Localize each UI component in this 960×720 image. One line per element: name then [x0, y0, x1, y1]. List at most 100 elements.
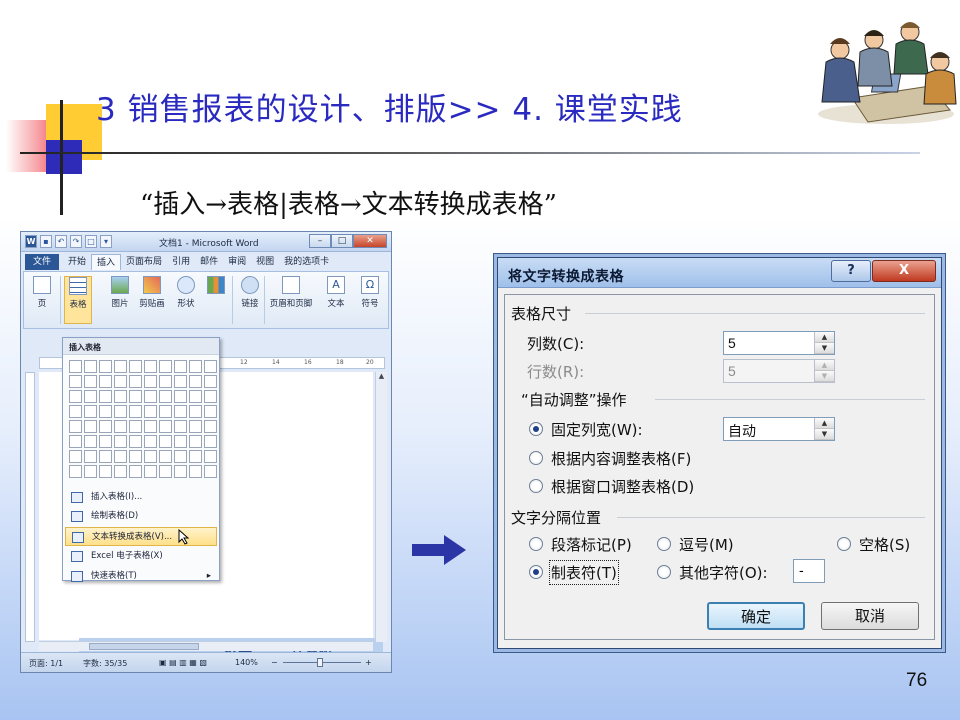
grid-cell[interactable] [144, 375, 157, 388]
grid-cell[interactable] [159, 465, 172, 478]
grid-cell[interactable] [99, 360, 112, 373]
grid-cell[interactable] [84, 420, 97, 433]
grid-cell[interactable] [84, 360, 97, 373]
tab-page-layout[interactable]: 页面布局 [121, 254, 167, 270]
grid-cell[interactable] [114, 360, 127, 373]
grid-cell[interactable] [144, 390, 157, 403]
space-label[interactable]: 空格(S) [859, 534, 910, 555]
grid-cell[interactable] [204, 390, 217, 403]
grid-cell[interactable] [189, 420, 202, 433]
spin-up-icon[interactable]: ▲ [815, 418, 834, 429]
save-icon[interactable]: ▪ [40, 235, 52, 248]
grid-cell[interactable] [69, 375, 82, 388]
grid-cell[interactable] [159, 375, 172, 388]
other-char-input[interactable]: - [793, 559, 825, 583]
grid-cell[interactable] [144, 435, 157, 448]
grid-cell[interactable] [84, 465, 97, 478]
minimize-icon[interactable]: – [309, 234, 331, 248]
grid-cell[interactable] [144, 450, 157, 463]
ribbon-page-button[interactable]: 页 [28, 276, 56, 309]
dropdown-menu-item[interactable]: 插入表格(I)... [65, 488, 217, 507]
dropdown-menu-item[interactable]: 快速表格(T) ▸ [65, 567, 217, 586]
help-button[interactable]: ? [831, 260, 871, 282]
zoom-in-icon[interactable]: + [365, 658, 372, 667]
radio-other-char[interactable] [657, 565, 671, 579]
grid-cell[interactable] [84, 435, 97, 448]
grid-cell[interactable] [159, 405, 172, 418]
grid-cell[interactable] [84, 375, 97, 388]
grid-cell[interactable] [84, 390, 97, 403]
grid-cell[interactable] [159, 435, 172, 448]
grid-cell[interactable] [174, 450, 187, 463]
ribbon-smartart-button[interactable] [202, 276, 230, 297]
dropdown-menu-item[interactable]: Excel 电子表格(X) [65, 547, 217, 566]
close-window-icon[interactable]: ✕ [353, 234, 387, 248]
grid-cell[interactable] [144, 465, 157, 478]
other-char-label[interactable]: 其他字符(O): [679, 562, 768, 583]
autofit-content-label[interactable]: 根据内容调整表格(F) [551, 448, 691, 469]
grid-cell[interactable] [84, 405, 97, 418]
grid-cell[interactable] [174, 435, 187, 448]
grid-cell[interactable] [129, 465, 142, 478]
radio-paragraph-mark[interactable] [529, 537, 543, 551]
tab-mailings[interactable]: 邮件 [195, 254, 223, 270]
grid-cell[interactable] [204, 465, 217, 478]
radio-autofit-window[interactable] [529, 479, 543, 493]
grid-cell[interactable] [114, 435, 127, 448]
tab-label[interactable]: 制表符(T) [549, 560, 619, 585]
spin-down-icon[interactable]: ▼ [815, 429, 834, 440]
grid-cell[interactable] [129, 390, 142, 403]
close-button[interactable]: X [872, 260, 936, 282]
grid-cell[interactable] [159, 450, 172, 463]
grid-cell[interactable] [159, 420, 172, 433]
grid-cell[interactable] [144, 420, 157, 433]
columns-spinbox[interactable]: 5 ▲ ▼ [723, 331, 835, 355]
grid-cell[interactable] [84, 450, 97, 463]
grid-cell[interactable] [114, 375, 127, 388]
grid-cell[interactable] [189, 435, 202, 448]
grid-cell[interactable] [159, 360, 172, 373]
grid-cell[interactable] [69, 390, 82, 403]
new-document-icon[interactable]: □ [85, 235, 97, 248]
radio-fixed-width[interactable] [529, 422, 543, 436]
word-logo-icon[interactable]: W [25, 235, 37, 248]
horizontal-scrollbar[interactable] [39, 641, 373, 651]
grid-cell[interactable] [99, 435, 112, 448]
grid-cell[interactable] [174, 375, 187, 388]
grid-cell[interactable] [174, 420, 187, 433]
scroll-thumb[interactable] [89, 643, 199, 650]
grid-cell[interactable] [144, 405, 157, 418]
grid-cell[interactable] [69, 420, 82, 433]
ribbon-header-footer-button[interactable]: 页眉和页脚 [268, 276, 314, 309]
grid-cell[interactable] [174, 390, 187, 403]
grid-cell[interactable] [114, 420, 127, 433]
tab-file[interactable]: 文件 [25, 254, 60, 270]
vertical-scrollbar[interactable]: ▲ [375, 372, 387, 642]
grid-cell[interactable] [99, 405, 112, 418]
grid-cell[interactable] [189, 450, 202, 463]
grid-cell[interactable] [99, 375, 112, 388]
ribbon-clipart-button[interactable]: 剪贴画 [138, 276, 166, 309]
undo-icon[interactable]: ↶ [55, 235, 67, 248]
grid-cell[interactable] [99, 465, 112, 478]
maximize-icon[interactable]: □ [331, 234, 353, 248]
grid-cell[interactable] [114, 405, 127, 418]
grid-cell[interactable] [129, 435, 142, 448]
ribbon-link-button[interactable]: 链接 [236, 276, 264, 309]
spin-up-icon[interactable]: ▲ [815, 332, 834, 343]
grid-cell[interactable] [129, 375, 142, 388]
grid-cell[interactable] [129, 450, 142, 463]
qat-customize-icon[interactable]: ▾ [100, 235, 112, 248]
grid-cell[interactable] [204, 375, 217, 388]
grid-cell[interactable] [159, 390, 172, 403]
table-size-grid[interactable] [69, 360, 217, 478]
ribbon-symbol-button[interactable]: Ω 符号 [356, 276, 384, 309]
radio-autofit-content[interactable] [529, 451, 543, 465]
radio-comma[interactable] [657, 537, 671, 551]
zoom-level[interactable]: 140% [235, 658, 258, 667]
grid-cell[interactable] [69, 435, 82, 448]
grid-cell[interactable] [99, 390, 112, 403]
grid-cell[interactable] [69, 405, 82, 418]
grid-cell[interactable] [174, 465, 187, 478]
grid-cell[interactable] [189, 405, 202, 418]
